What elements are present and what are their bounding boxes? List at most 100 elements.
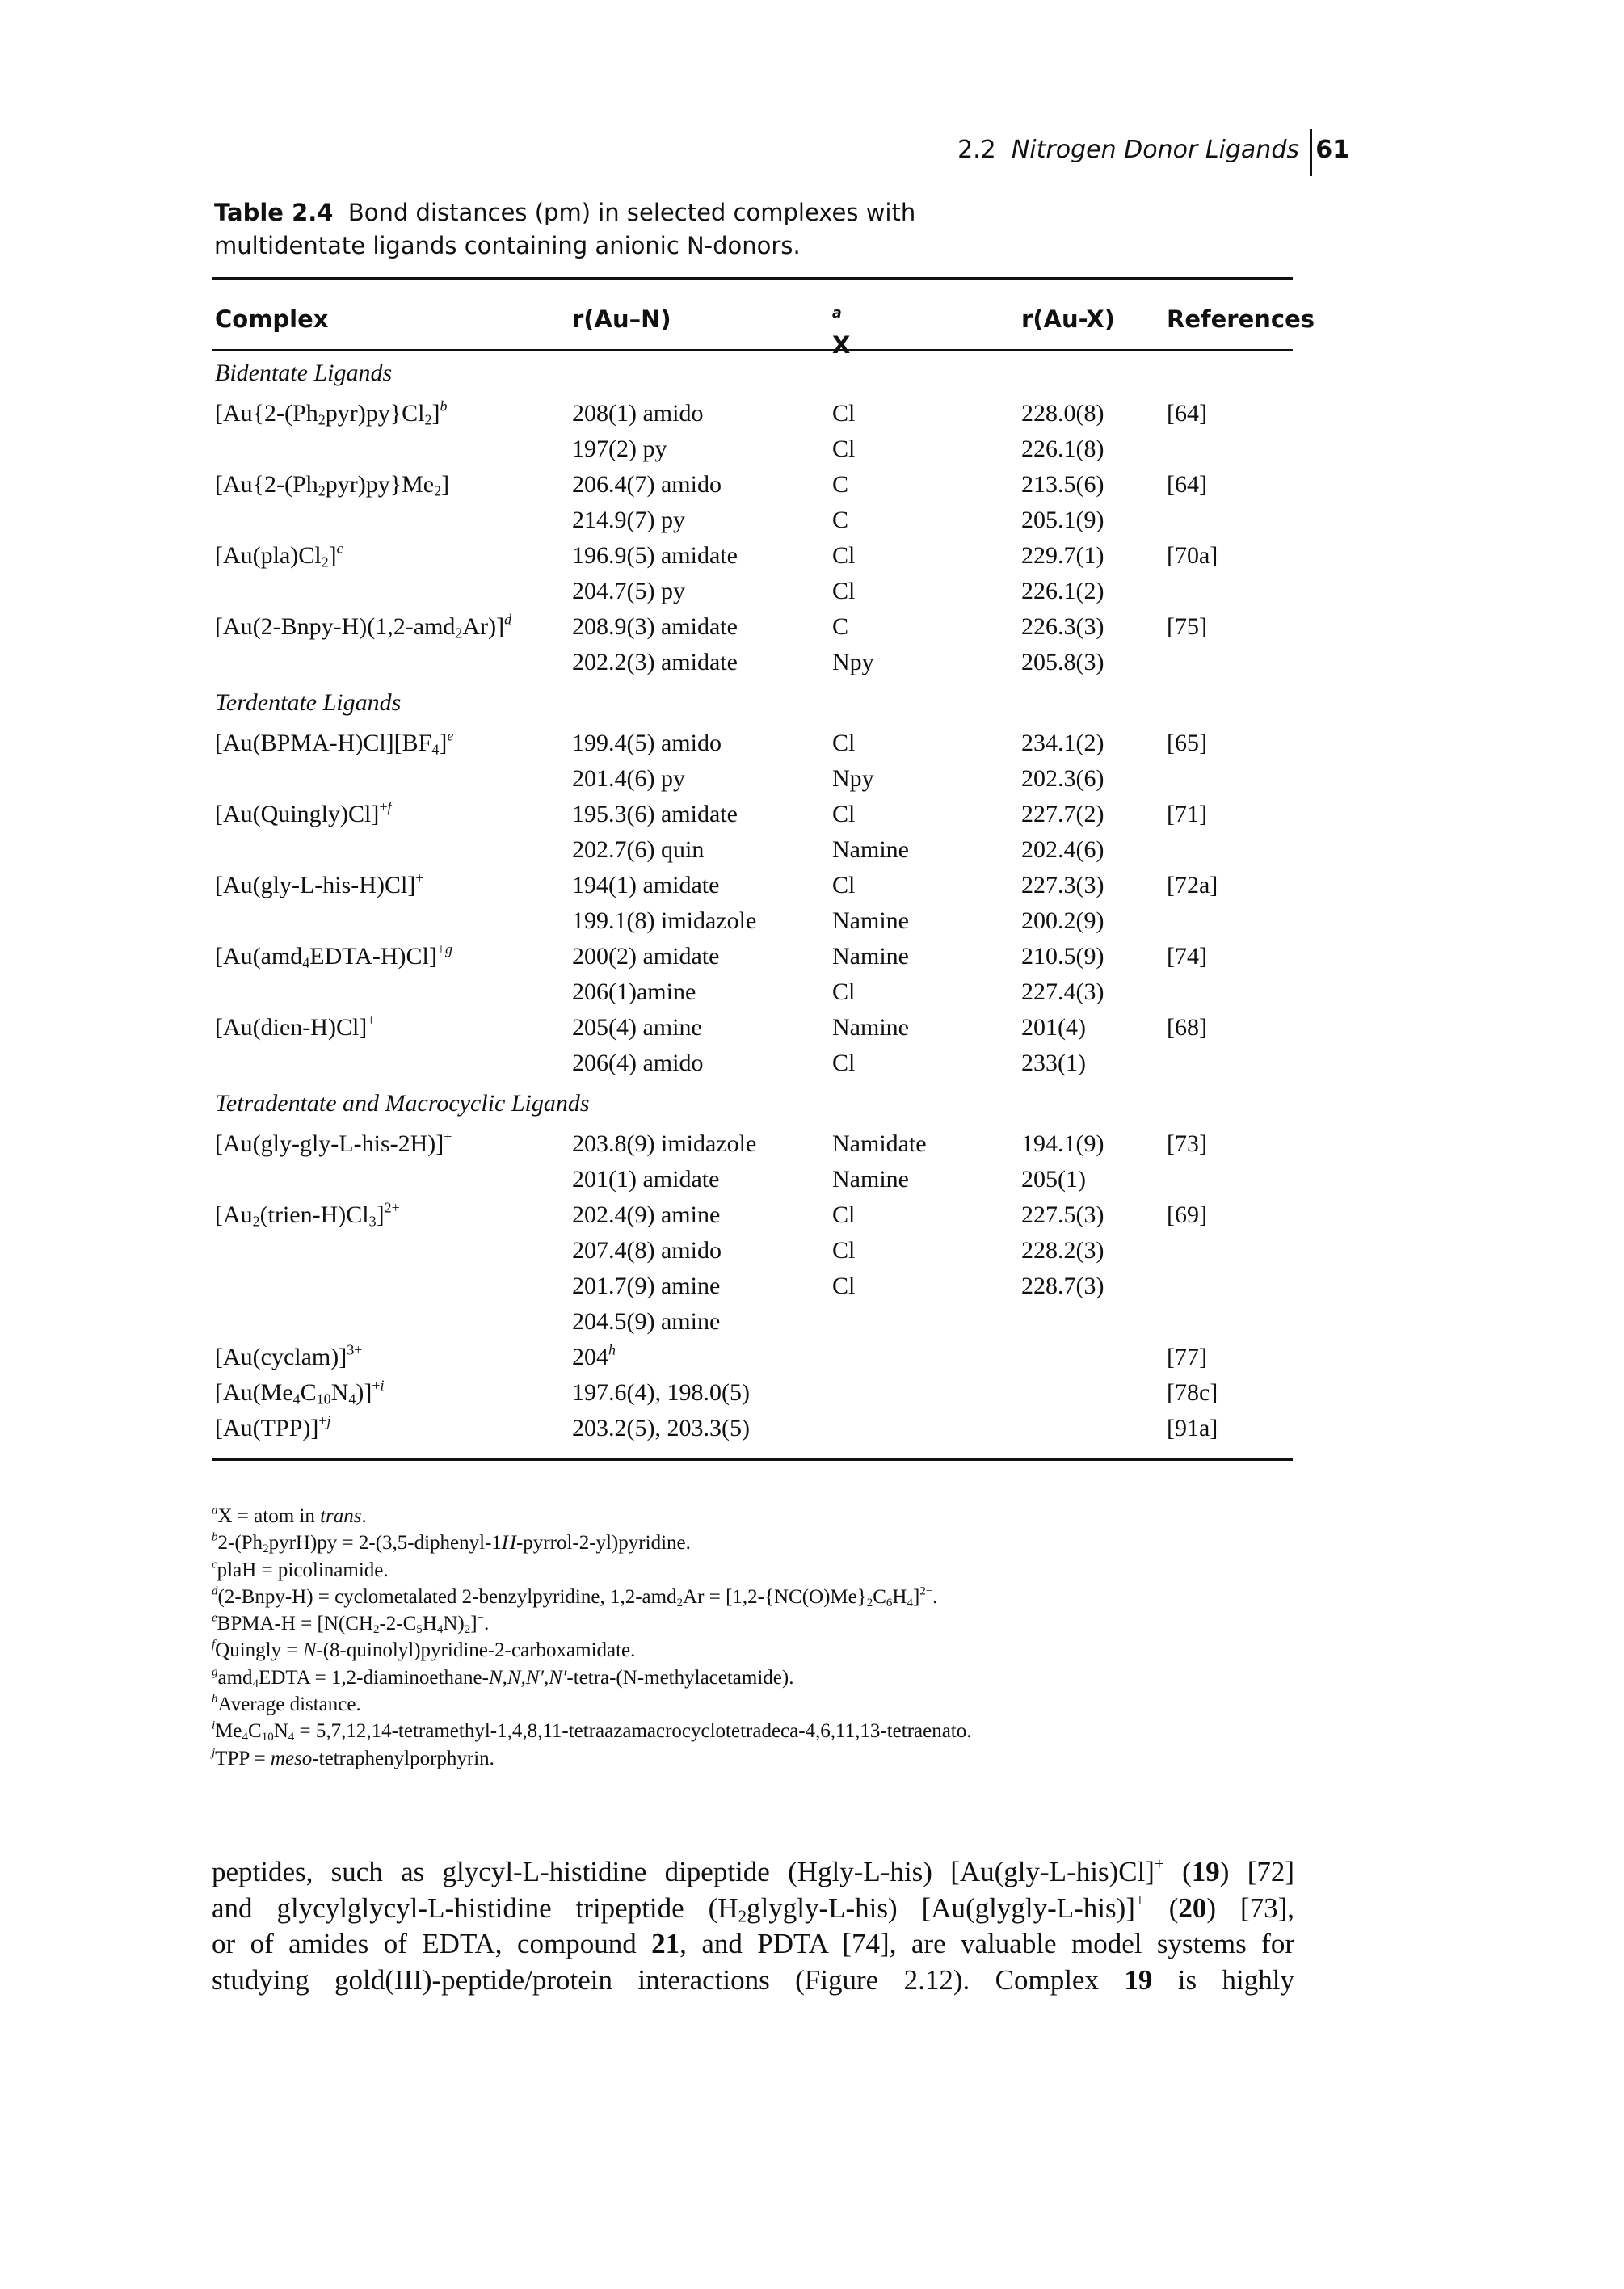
section-heading-text: Tetradentate and Macrocyclic Ligands xyxy=(215,1090,590,1117)
table-row: 197(2) py Cl 226.1(8) xyxy=(212,432,1293,468)
cell-r-au-n: 196.9(5) amidate xyxy=(572,542,738,569)
footnote: iMe4C10N4 = 5,7,12,14-tetramethyl-1,4,8,… xyxy=(212,1719,972,1744)
footnote: cplaH = picolinamide. xyxy=(212,1558,389,1581)
table-row: [Au(gly-gly-L-his-2H)]+ 203.8(9) imidazol… xyxy=(212,1127,1293,1163)
table-row: [Au(dien-H)Cl]+ 205(4) amine Namine 201(4) [… xyxy=(212,1011,1293,1046)
cell-complex: [Au(gly-gly-L-his-2H)]+ xyxy=(215,1128,452,1157)
table-row: 199.1(8) imidazole Namine 200.2(9) xyxy=(212,904,1293,940)
cell-r-au-n: 202.2(3) amidate xyxy=(572,649,738,675)
cell-r-au-n: 208(1) amido xyxy=(572,400,704,427)
cell-x: Cl xyxy=(832,801,856,827)
cell-r-au-n: 203.2(5), 203.3(5) xyxy=(572,1415,750,1441)
cell-r-au-n: 197(2) py xyxy=(572,435,667,462)
cell-r-au-x: 213.5(6) xyxy=(1021,471,1104,498)
cell-r-au-n: 201(1) amidate xyxy=(572,1166,720,1193)
cell-r-au-x: 227.3(3) xyxy=(1021,872,1104,898)
running-head: 2.2 Nitrogen Donor Ligands 61 xyxy=(953,129,1374,178)
cell-complex: [Au(TPP)]+j xyxy=(215,1412,331,1441)
table-row: [Au(TPP)]+j 203.2(5), 203.3(5) [91a] xyxy=(212,1412,1293,1447)
header-complex: Complex xyxy=(215,305,329,333)
cell-x: Npy xyxy=(832,765,874,792)
cell-r-au-x: 228.2(3) xyxy=(1021,1237,1104,1264)
cell-x: Cl xyxy=(832,872,856,898)
cell-r-au-x: 228.0(8) xyxy=(1021,400,1104,427)
table-row: [Au(2-Bnpy-H)(1,2-amd2Ar)]d 208.9(3) amid… xyxy=(212,610,1293,646)
cell-r-au-x: 194.1(9) xyxy=(1021,1130,1104,1157)
body-text-line: or of amides of EDTA, compound 21, and P… xyxy=(212,1928,1294,1959)
header-references: References xyxy=(1167,305,1315,333)
table-row: 206(1)amine Cl 227.4(3) xyxy=(212,975,1293,1011)
cell-r-au-n: 208.9(3) amidate xyxy=(572,613,738,640)
cell-r-au-n: 205(4) amine xyxy=(572,1014,702,1041)
table-section-heading: Tetradentate and Macrocyclic Ligands xyxy=(212,1082,1293,1127)
cell-reference: [75] xyxy=(1167,613,1207,640)
cell-x: Namine xyxy=(832,1166,909,1193)
cell-x: Cl xyxy=(832,1050,856,1076)
cell-complex: [Au(gly-L-his-H)Cl]+ xyxy=(215,869,424,898)
section-title: Nitrogen Donor Ligands xyxy=(1011,136,1299,164)
table-bottom-rule xyxy=(212,1458,1293,1461)
cell-r-au-x: 202.3(6) xyxy=(1021,765,1104,792)
footnote: jTPP = meso-tetraphenylporphyrin. xyxy=(212,1746,494,1769)
cell-r-au-x: 233(1) xyxy=(1021,1050,1086,1076)
table-row: [Au(amd4EDTA-H)Cl]+g 200(2) amidate Namine… xyxy=(212,940,1293,975)
cell-reference: [64] xyxy=(1167,400,1207,427)
body-text-line: studying gold(III)-peptide/protein inter… xyxy=(212,1963,1294,1996)
cell-r-au-x: 226.1(2) xyxy=(1021,578,1104,604)
cell-r-au-n: 197.6(4), 198.0(5) xyxy=(572,1379,750,1406)
table-row: 206(4) amido Cl 233(1) xyxy=(212,1046,1293,1082)
cell-r-au-n: 207.4(8) amido xyxy=(572,1237,722,1264)
running-head-divider xyxy=(1310,129,1312,176)
cell-r-au-n: 204.5(9) amine xyxy=(572,1308,721,1335)
cell-r-au-x: 226.3(3) xyxy=(1021,613,1104,640)
cell-r-au-n: 204h xyxy=(572,1341,616,1370)
cell-x: Cl xyxy=(832,1201,856,1228)
cell-r-au-x: 226.1(8) xyxy=(1021,435,1104,462)
section-heading-text: Bidentate Ligands xyxy=(215,360,393,386)
table-row: 204.7(5) py Cl 226.1(2) xyxy=(212,574,1293,610)
table-row: 207.4(8) amido Cl 228.2(3) xyxy=(212,1234,1293,1269)
cell-r-au-n: 199.1(8) imidazole xyxy=(572,907,757,934)
table-label: Table 2.4 xyxy=(214,199,334,226)
cell-x: Namidate xyxy=(832,1130,927,1157)
cell-reference: [68] xyxy=(1167,1014,1207,1041)
table-row: [Au(BPMA-H)Cl][BF4]e 199.4(5) amido Cl 234.… xyxy=(212,726,1293,762)
cell-reference: [70a] xyxy=(1167,542,1218,569)
cell-r-au-x: 205.1(9) xyxy=(1021,507,1104,533)
cell-r-au-x: 200.2(9) xyxy=(1021,907,1104,934)
cell-r-au-n: 204.7(5) py xyxy=(572,578,685,604)
cell-x: Cl xyxy=(832,400,856,427)
cell-r-au-n: 206(4) amido xyxy=(572,1050,704,1076)
body-paragraph: peptides, such as glycyl-L-histidine dip… xyxy=(212,1854,1294,1998)
cell-complex: [Au(Quingly)Cl]+f xyxy=(215,798,392,827)
cell-complex: [Au(cyclam)]3+ xyxy=(215,1341,363,1370)
cell-complex: [Au(amd4EDTA-H)Cl]+g xyxy=(215,940,453,971)
cell-r-au-x: 210.5(9) xyxy=(1021,943,1104,970)
cell-x: C xyxy=(832,471,849,498)
table-row: [Au(gly-L-his-H)Cl]+ 194(1) amidate Cl 227.… xyxy=(212,869,1293,904)
cell-r-au-x: 205(1) xyxy=(1021,1166,1086,1193)
table-footnotes: aX = atom in trans. b2-(Ph2pyrH)py = 2-(3… xyxy=(212,1503,1293,1772)
cell-complex: [Au(Me4C10N4)]+i xyxy=(215,1377,385,1407)
table-row: 214.9(7) py C 205.1(9) xyxy=(212,503,1293,539)
cell-complex: [Au(2-Bnpy-H)(1,2-amd2Ar)]d xyxy=(215,611,512,642)
cell-x: Cl xyxy=(832,978,856,1005)
cell-reference: [64] xyxy=(1167,471,1207,498)
cell-x: Cl xyxy=(832,1237,856,1264)
table-row: 201.4(6) py Npy 202.3(6) xyxy=(212,762,1293,797)
cell-x: Namine xyxy=(832,1014,909,1041)
footnote: hAverage distance. xyxy=(212,1692,361,1716)
body-text-line: peptides, such as glycyl-L-histidine dip… xyxy=(212,1854,1295,1887)
table-row: 204.5(9) amine xyxy=(212,1305,1293,1340)
footnote: fQuingly = N-(8-quinolyl)pyridine-2-carb… xyxy=(212,1638,636,1662)
cell-complex: [Au(dien-H)Cl]+ xyxy=(215,1012,376,1041)
table-row: [Au2(trien-H)Cl3]2+ 202.4(9) amine Cl 227.5… xyxy=(212,1198,1293,1234)
footnote: aX = atom in trans. xyxy=(212,1504,367,1527)
cell-complex: [Au{2-(Ph2pyr)py}Me2] xyxy=(215,471,450,499)
cell-x: Cl xyxy=(832,542,856,569)
cell-r-au-x: 229.7(1) xyxy=(1021,542,1104,569)
table-section-heading: Bidentate Ligands xyxy=(212,351,1293,397)
table-row: [Au(Me4C10N4)]+i 197.6(4), 198.0(5) [78c] xyxy=(212,1376,1293,1412)
table-row: 201.7(9) amine Cl 228.7(3) xyxy=(212,1269,1293,1305)
header-r-au-x: r(Au-X) xyxy=(1021,305,1115,333)
